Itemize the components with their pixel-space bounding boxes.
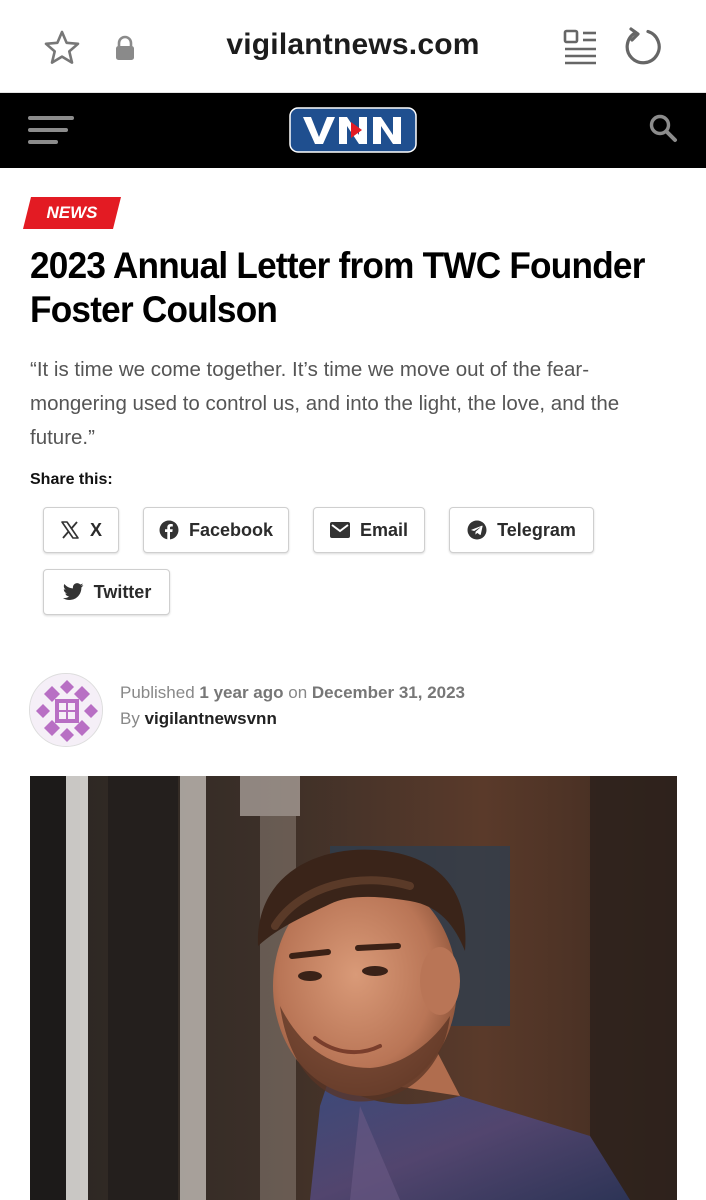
publish-date: December 31, 2023 xyxy=(311,683,466,702)
search-icon[interactable] xyxy=(648,113,678,143)
facebook-icon xyxy=(159,520,179,540)
share-x-button[interactable]: X xyxy=(43,507,119,553)
article-title: 2023 Annual Letter from TWC Founder Fost… xyxy=(30,245,645,330)
author-link[interactable]: vigilantnewsvnn xyxy=(145,709,277,728)
hero-photo xyxy=(30,776,677,1200)
published-line: Published 1 year ago on December 31, 202… xyxy=(120,683,465,703)
reload-icon[interactable] xyxy=(622,26,664,68)
x-logo-icon xyxy=(61,521,79,539)
share-email-label: Email xyxy=(359,519,409,540)
hero-image xyxy=(30,776,677,1200)
avatar-identicon xyxy=(30,674,102,746)
url-text[interactable]: vigilantnews.com xyxy=(0,28,706,62)
share-twitter-label: Twitter xyxy=(93,581,152,602)
on-word: on xyxy=(288,683,308,702)
share-facebook-label: Facebook xyxy=(188,519,274,540)
share-x-label: X xyxy=(89,519,102,540)
share-telegram-button[interactable]: Telegram xyxy=(449,507,594,553)
avatar[interactable] xyxy=(29,673,103,747)
article-dek: “It is time we come together. It’s time … xyxy=(30,358,620,449)
twitter-icon xyxy=(62,583,84,601)
share-label: Share this: xyxy=(30,471,113,488)
share-telegram-label: Telegram xyxy=(497,519,576,540)
by-prefix: By xyxy=(120,709,140,728)
share-twitter-button[interactable]: Twitter xyxy=(43,569,170,615)
relative-time: 1 year ago xyxy=(199,683,284,702)
telegram-icon xyxy=(467,520,487,540)
category-badge[interactable]: NEWS xyxy=(23,197,121,229)
site-header xyxy=(0,93,706,168)
published-prefix: Published xyxy=(120,683,195,702)
email-icon xyxy=(329,522,350,538)
reader-mode-icon[interactable] xyxy=(562,28,598,66)
category-label: NEWS xyxy=(46,203,98,222)
site-logo[interactable] xyxy=(289,107,417,153)
author-line: By vigilantnewsvnn xyxy=(120,709,277,729)
browser-address-bar: vigilantnews.com xyxy=(0,0,706,93)
share-facebook-button[interactable]: Facebook xyxy=(143,507,289,553)
share-email-button[interactable]: Email xyxy=(313,507,425,553)
hamburger-menu-icon[interactable] xyxy=(28,113,74,147)
